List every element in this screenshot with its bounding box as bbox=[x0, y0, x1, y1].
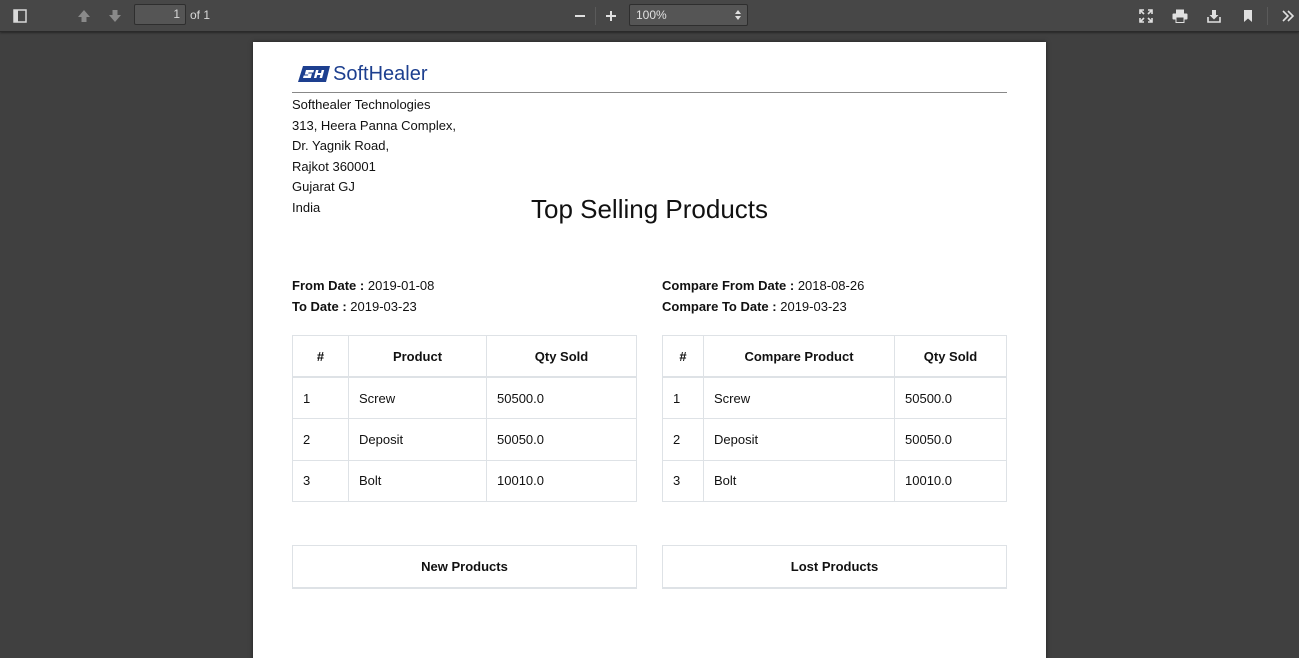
table-cell: 50500.0 bbox=[894, 376, 1007, 419]
table-cell: Deposit bbox=[703, 418, 895, 461]
zoom-in-icon[interactable] bbox=[599, 4, 623, 28]
presentation-mode-icon[interactable] bbox=[1134, 4, 1158, 28]
top-products-table: # Product Qty Sold 1 Screw 50500.0 2 Dep… bbox=[292, 335, 637, 502]
report-title: Top Selling Products bbox=[530, 194, 769, 224]
table-row: 2 Deposit 50050.0 bbox=[662, 418, 1007, 461]
compare-products-table: # Compare Product Qty Sold 1 Screw 50500… bbox=[662, 335, 1007, 502]
table-cell: 2 bbox=[292, 418, 349, 461]
pdf-page: SoftHealer Softhealer Technologies 313, … bbox=[253, 42, 1046, 658]
address-line: Softhealer Technologies bbox=[292, 97, 431, 112]
logo-text: SoftHealer bbox=[333, 63, 428, 85]
page-number-input[interactable]: 1 bbox=[134, 4, 186, 25]
date-range: From Date : 2019-01-08 To Date : 2019-03… bbox=[292, 275, 434, 317]
pdf-toolbar: 1 of 1 100% bbox=[0, 0, 1299, 32]
from-date-value: 2019-01-08 bbox=[367, 278, 435, 293]
column-header: # bbox=[662, 335, 704, 378]
select-arrows-icon bbox=[735, 10, 741, 20]
sidebar-toggle-icon[interactable] bbox=[8, 4, 32, 28]
tools-menu-icon[interactable] bbox=[1276, 4, 1299, 28]
table-cell: 2 bbox=[662, 418, 704, 461]
compare-date-range: Compare From Date : 2018-08-26 Compare T… bbox=[662, 275, 864, 317]
zoom-value: 100% bbox=[636, 8, 667, 22]
table-header-row: # Product Qty Sold bbox=[292, 335, 637, 378]
download-icon[interactable] bbox=[1202, 4, 1226, 28]
table-cell: Bolt bbox=[703, 459, 895, 502]
table-cell: 10010.0 bbox=[894, 459, 1007, 502]
pdf-viewer[interactable]: SoftHealer Softhealer Technologies 313, … bbox=[0, 33, 1299, 658]
from-date-label: From Date : bbox=[292, 278, 365, 293]
to-date-label: To Date : bbox=[292, 299, 347, 314]
column-header: Qty Sold bbox=[894, 335, 1007, 378]
to-date-value: 2019-03-23 bbox=[350, 299, 417, 314]
column-header: Qty Sold bbox=[486, 335, 637, 378]
table-row: 3 Bolt 10010.0 bbox=[662, 459, 1007, 502]
table-cell: 50050.0 bbox=[486, 418, 637, 461]
table-cell: 1 bbox=[292, 376, 349, 419]
table-row: 2 Deposit 50050.0 bbox=[292, 418, 637, 461]
table-cell: 3 bbox=[292, 459, 349, 502]
next-page-icon[interactable] bbox=[103, 4, 127, 28]
table-row: 3 Bolt 10010.0 bbox=[292, 459, 637, 502]
address-line: 313, Heera Panna Complex, bbox=[292, 117, 457, 133]
lost-products-section: Lost Products bbox=[662, 545, 1007, 589]
zoom-out-icon[interactable] bbox=[568, 4, 592, 28]
table-cell: 10010.0 bbox=[486, 459, 637, 502]
softhealer-logo-icon bbox=[298, 66, 330, 82]
header-divider bbox=[292, 92, 1007, 93]
address-line: Rajkot 360001 bbox=[292, 158, 376, 174]
new-products-section: New Products bbox=[292, 545, 637, 589]
column-header: # bbox=[292, 335, 349, 378]
table-row: 1 Screw 50500.0 bbox=[662, 376, 1007, 419]
compare-from-date-label: Compare From Date : bbox=[662, 278, 795, 293]
compare-to-date-label: Compare To Date : bbox=[662, 299, 777, 314]
column-header: Product bbox=[348, 335, 487, 378]
compare-from-date-value: 2018-08-26 bbox=[797, 278, 865, 293]
table-cell: Deposit bbox=[348, 418, 487, 461]
table-cell: 50050.0 bbox=[894, 418, 1007, 461]
address-line: Dr. Yagnik Road, bbox=[292, 138, 390, 154]
table-cell: Screw bbox=[703, 376, 895, 419]
column-header: Compare Product bbox=[703, 335, 895, 378]
print-icon[interactable] bbox=[1168, 4, 1192, 28]
table-cell: 3 bbox=[662, 459, 704, 502]
compare-to-date-value: 2019-03-23 bbox=[780, 299, 847, 314]
bookmark-icon[interactable] bbox=[1236, 4, 1260, 28]
table-cell: Screw bbox=[348, 376, 487, 419]
zoom-select[interactable]: 100% bbox=[629, 4, 748, 26]
company-logo: SoftHealer bbox=[297, 64, 428, 84]
page-count-label: of 1 bbox=[190, 8, 211, 22]
table-cell: 1 bbox=[662, 376, 704, 419]
table-row: 1 Screw 50500.0 bbox=[292, 376, 637, 419]
table-header-row: # Compare Product Qty Sold bbox=[662, 335, 1007, 378]
table-cell: Bolt bbox=[348, 459, 487, 502]
previous-page-icon[interactable] bbox=[72, 4, 96, 28]
table-cell: 50500.0 bbox=[486, 376, 637, 419]
